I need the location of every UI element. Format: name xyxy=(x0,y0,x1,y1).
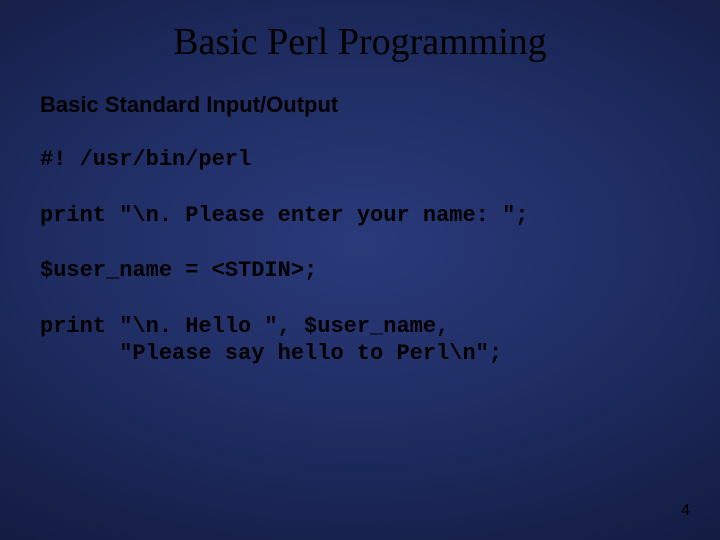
code-block-print-hello: print "\n. Hello ", $user_name, "Please … xyxy=(40,313,680,368)
code-line-print-hello-1: print "\n. Hello ", $user_name, xyxy=(40,313,680,341)
code-line-print-prompt: print "\n. Please enter your name: "; xyxy=(40,202,680,230)
code-line-print-hello-2: "Please say hello to Perl\n"; xyxy=(40,340,680,368)
code-line-shebang: #! /usr/bin/perl xyxy=(40,146,680,174)
code-line-stdin: $user_name = <STDIN>; xyxy=(40,257,680,285)
page-number: 4 xyxy=(681,502,690,520)
slide-title: Basic Perl Programming xyxy=(40,20,680,64)
slide: Basic Perl Programming Basic Standard In… xyxy=(0,0,720,540)
section-heading: Basic Standard Input/Output xyxy=(40,92,680,118)
